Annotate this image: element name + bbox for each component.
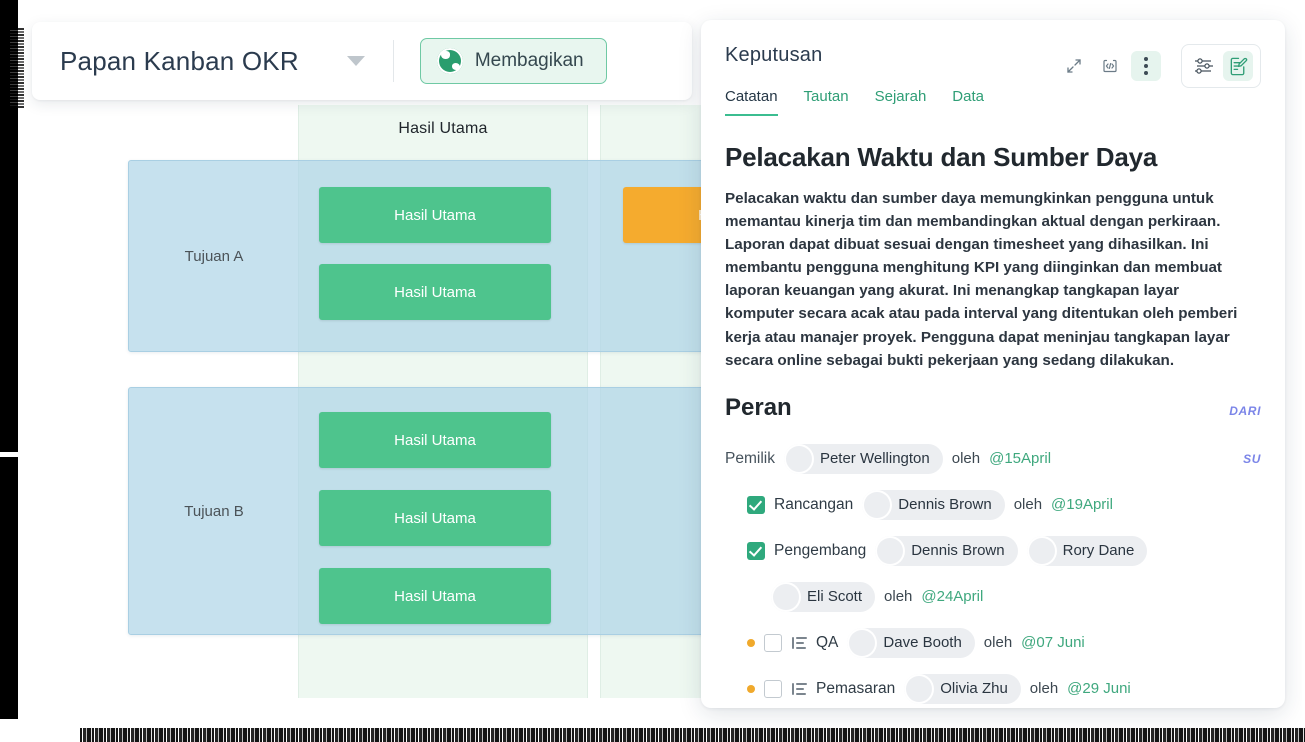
kanban-card[interactable]: Hasil Utama bbox=[319, 412, 551, 468]
detail-panel-title: Keputusan bbox=[725, 44, 823, 66]
avatar bbox=[786, 446, 812, 472]
by-label: oleh bbox=[951, 450, 981, 468]
person-chip[interactable]: Dennis Brown bbox=[875, 535, 1018, 566]
role-label: Pengembang bbox=[774, 541, 867, 559]
date-tag[interactable]: @19April bbox=[1051, 496, 1113, 513]
tab-data[interactable]: Data bbox=[952, 88, 984, 116]
roles-section-header: Peran DARI bbox=[725, 394, 1261, 422]
person-name: Eli Scott bbox=[807, 588, 863, 606]
share-button-label: Membagikan bbox=[474, 50, 584, 71]
avatar bbox=[773, 584, 799, 610]
roles-list: Pemilik Peter Wellington oleh @15April S bbox=[725, 443, 1261, 704]
checkbox-unchecked[interactable] bbox=[764, 679, 782, 698]
kanban-card[interactable]: Hasil Utama bbox=[319, 264, 551, 320]
date-tag[interactable]: @15April bbox=[989, 450, 1051, 467]
roles-title: Peran bbox=[725, 393, 792, 421]
detail-panel-mode-group bbox=[1181, 44, 1261, 88]
tab-catatan[interactable]: Catatan bbox=[725, 88, 778, 116]
avatar bbox=[906, 676, 932, 702]
header-divider bbox=[392, 40, 394, 82]
date-tag[interactable]: @29 Juni bbox=[1067, 680, 1131, 697]
meta-label-dari: DARI bbox=[1229, 403, 1261, 418]
role-row-pemasaran: Pemasaran Olivia Zhu oleh @29 Juni bbox=[725, 673, 1261, 704]
swimlane-tujuan-b[interactable]: Tujuan B Hasil Utama Hasil Utama Hasil U… bbox=[128, 387, 718, 635]
by-label: oleh bbox=[1029, 680, 1059, 698]
checkbox-checked[interactable] bbox=[747, 495, 765, 514]
person-chip[interactable]: Rory Dane bbox=[1026, 535, 1148, 566]
by-label: oleh bbox=[1013, 496, 1043, 514]
date-tag[interactable]: @07 Juni bbox=[1021, 634, 1085, 651]
role-row-pemilik: Pemilik Peter Wellington oleh @15April S bbox=[725, 443, 1261, 474]
status-dot-icon bbox=[747, 638, 755, 647]
kanban-card[interactable]: Hasil Utama bbox=[319, 568, 551, 624]
code-icon[interactable] bbox=[1095, 51, 1125, 81]
person-chip[interactable]: Dennis Brown bbox=[862, 489, 1005, 520]
by-label: oleh bbox=[983, 634, 1013, 652]
person-chip[interactable]: Dave Booth bbox=[847, 627, 975, 658]
role-label: Pemilik bbox=[725, 449, 775, 467]
person-chip[interactable]: Olivia Zhu bbox=[904, 673, 1021, 704]
swimlane-a-label: Tujuan A bbox=[184, 247, 244, 265]
device-frame-left-lower bbox=[0, 457, 18, 719]
role-row-pengembang: Pengembang Dennis Brown Rory Dane bbox=[725, 535, 1261, 566]
board-column-1-label: Hasil Utama bbox=[398, 120, 488, 137]
page-title: Papan Kanban OKR bbox=[60, 45, 299, 76]
by-label: oleh bbox=[884, 588, 913, 606]
person-name: Olivia Zhu bbox=[940, 680, 1008, 698]
tab-tautan[interactable]: Tautan bbox=[804, 88, 849, 116]
avatar bbox=[877, 538, 903, 564]
role-label: Rancangan bbox=[774, 495, 854, 513]
kanban-card[interactable]: Hasil Utama bbox=[319, 187, 551, 243]
person-name: Dennis Brown bbox=[898, 496, 992, 514]
role-row-eli-scott: Eli Scott oleh @24April bbox=[725, 581, 1261, 612]
swimlane-tujuan-a[interactable]: Tujuan A Hasil Utama Hasil Utama Hasil U… bbox=[128, 160, 718, 352]
tab-sejarah[interactable]: Sejarah bbox=[875, 88, 927, 116]
device-frame-bottom bbox=[80, 728, 1305, 742]
document-body: Pelacakan waktu dan sumber daya memungki… bbox=[725, 190, 1238, 369]
person-name: Peter Wellington bbox=[819, 450, 930, 468]
kanban-card[interactable]: Hasil Utama bbox=[319, 490, 551, 546]
frame-noise-artifact bbox=[10, 28, 24, 108]
swimlane-b-label: Tujuan B bbox=[184, 502, 244, 520]
avatar bbox=[864, 492, 890, 518]
globe-icon bbox=[436, 48, 463, 74]
share-button[interactable]: Membagikan bbox=[419, 38, 607, 84]
person-name: Dave Booth bbox=[883, 634, 962, 652]
person-chip[interactable]: Peter Wellington bbox=[783, 443, 943, 474]
edit-note-icon[interactable] bbox=[1223, 51, 1253, 81]
kanban-board: Hasil Utama Tujuan A Hasil Utama Hasil U… bbox=[18, 0, 718, 720]
board-header-bar: Papan Kanban OKR Membagikan bbox=[32, 22, 692, 100]
board-column-1-header: Hasil Utama bbox=[299, 105, 587, 153]
role-label: Pemasaran bbox=[816, 679, 896, 697]
person-chip[interactable]: Eli Scott bbox=[771, 581, 876, 612]
detail-panel-tabs: Catatan Tautan Sejarah Data bbox=[725, 88, 1261, 116]
sliders-icon[interactable] bbox=[1189, 51, 1219, 81]
role-row-rancangan: Rancangan Dennis Brown oleh @19April bbox=[725, 489, 1261, 520]
person-name: Dennis Brown bbox=[911, 542, 1005, 560]
subtask-list-icon bbox=[791, 635, 807, 651]
document-title: Pelacakan Waktu dan Sumber Daya bbox=[725, 142, 1158, 172]
avatar bbox=[849, 630, 875, 656]
meta-label-su: SU bbox=[1243, 451, 1261, 466]
expand-icon[interactable] bbox=[1059, 51, 1089, 81]
subtask-list-icon bbox=[791, 681, 807, 697]
role-label: QA bbox=[816, 633, 839, 651]
detail-panel-toolbar: Keputusan bbox=[725, 20, 1261, 88]
checkbox-unchecked[interactable] bbox=[764, 633, 782, 652]
app-canvas: Hasil Utama Tujuan A Hasil Utama Hasil U… bbox=[18, 0, 1305, 742]
date-tag[interactable]: @24April bbox=[921, 588, 983, 605]
more-options-icon[interactable] bbox=[1131, 51, 1161, 81]
avatar bbox=[1029, 538, 1055, 564]
detail-panel-actions bbox=[1059, 44, 1261, 88]
role-row-qa: QA Dave Booth oleh @07 Juni bbox=[725, 627, 1261, 658]
chevron-down-icon[interactable] bbox=[346, 56, 365, 66]
checkbox-checked[interactable] bbox=[747, 541, 765, 560]
person-name: Rory Dane bbox=[1062, 542, 1135, 560]
detail-panel: Keputusan Catatan Tautan Sejarah Data Pe… bbox=[701, 20, 1285, 708]
status-dot-icon bbox=[747, 684, 755, 693]
